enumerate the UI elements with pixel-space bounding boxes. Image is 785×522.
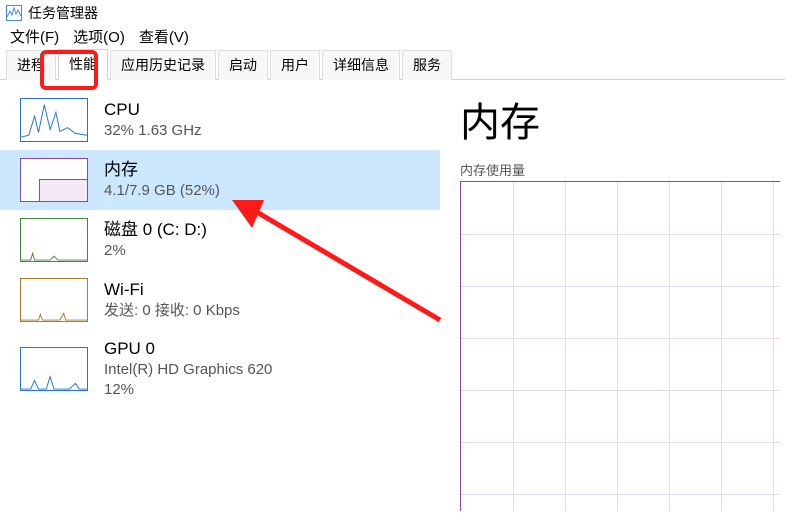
tab-strip: 进程 性能 应用历史记录 启动 用户 详细信息 服务 [0, 50, 785, 80]
gpu-detail: Intel(R) HD Graphics 620 [104, 360, 272, 380]
menu-file[interactable]: 文件(F) [10, 26, 59, 47]
wifi-thumbnail [20, 278, 88, 322]
cpu-detail: 32% 1.63 GHz [104, 121, 202, 141]
sidebar-item-disk[interactable]: 磁盘 0 (C: D:) 2% [0, 210, 440, 270]
wifi-name: Wi-Fi [104, 279, 240, 301]
tab-services[interactable]: 服务 [402, 50, 452, 80]
sidebar-item-cpu[interactable]: CPU 32% 1.63 GHz [0, 90, 440, 150]
sidebar-item-memory[interactable]: 内存 4.1/7.9 GB (52%) [0, 150, 440, 210]
menu-options[interactable]: 选项(O) [73, 26, 125, 47]
memory-thumbnail [20, 158, 88, 202]
sidebar-item-gpu[interactable]: GPU 0 Intel(R) HD Graphics 620 12% [0, 330, 440, 407]
menu-bar: 文件(F) 选项(O) 查看(V) [0, 26, 785, 50]
memory-name: 内存 [104, 159, 220, 181]
detail-subtitle: 内存使用量 [460, 160, 785, 179]
disk-detail: 2% [104, 241, 207, 261]
tab-processes[interactable]: 进程 [6, 50, 56, 80]
disk-thumbnail [20, 218, 88, 262]
tab-details[interactable]: 详细信息 [322, 50, 400, 80]
wifi-detail: 发送: 0 接收: 0 Kbps [104, 301, 240, 321]
memory-detail: 4.1/7.9 GB (52%) [104, 181, 220, 201]
gpu-name: GPU 0 [104, 338, 272, 360]
detail-title: 内存 [460, 90, 785, 148]
cpu-thumbnail [20, 98, 88, 142]
performance-sidebar: CPU 32% 1.63 GHz 内存 4.1/7.9 GB (52%) 磁盘 … [0, 80, 440, 522]
content-area: CPU 32% 1.63 GHz 内存 4.1/7.9 GB (52%) 磁盘 … [0, 80, 785, 522]
gpu-detail2: 12% [104, 380, 272, 400]
memory-usage-chart [460, 181, 780, 511]
disk-name: 磁盘 0 (C: D:) [104, 219, 207, 241]
menu-view[interactable]: 查看(V) [139, 26, 189, 47]
tab-app-history[interactable]: 应用历史记录 [110, 50, 216, 80]
tab-performance[interactable]: 性能 [58, 49, 108, 80]
tab-startup[interactable]: 启动 [218, 50, 268, 80]
cpu-name: CPU [104, 99, 202, 121]
sidebar-item-wifi[interactable]: Wi-Fi 发送: 0 接收: 0 Kbps [0, 270, 440, 330]
window-title: 任务管理器 [28, 3, 98, 23]
task-manager-icon [6, 5, 22, 21]
tab-users[interactable]: 用户 [270, 50, 320, 80]
title-bar: 任务管理器 [0, 0, 785, 26]
detail-panel: 内存 内存使用量 [440, 80, 785, 522]
gpu-thumbnail [20, 347, 88, 391]
